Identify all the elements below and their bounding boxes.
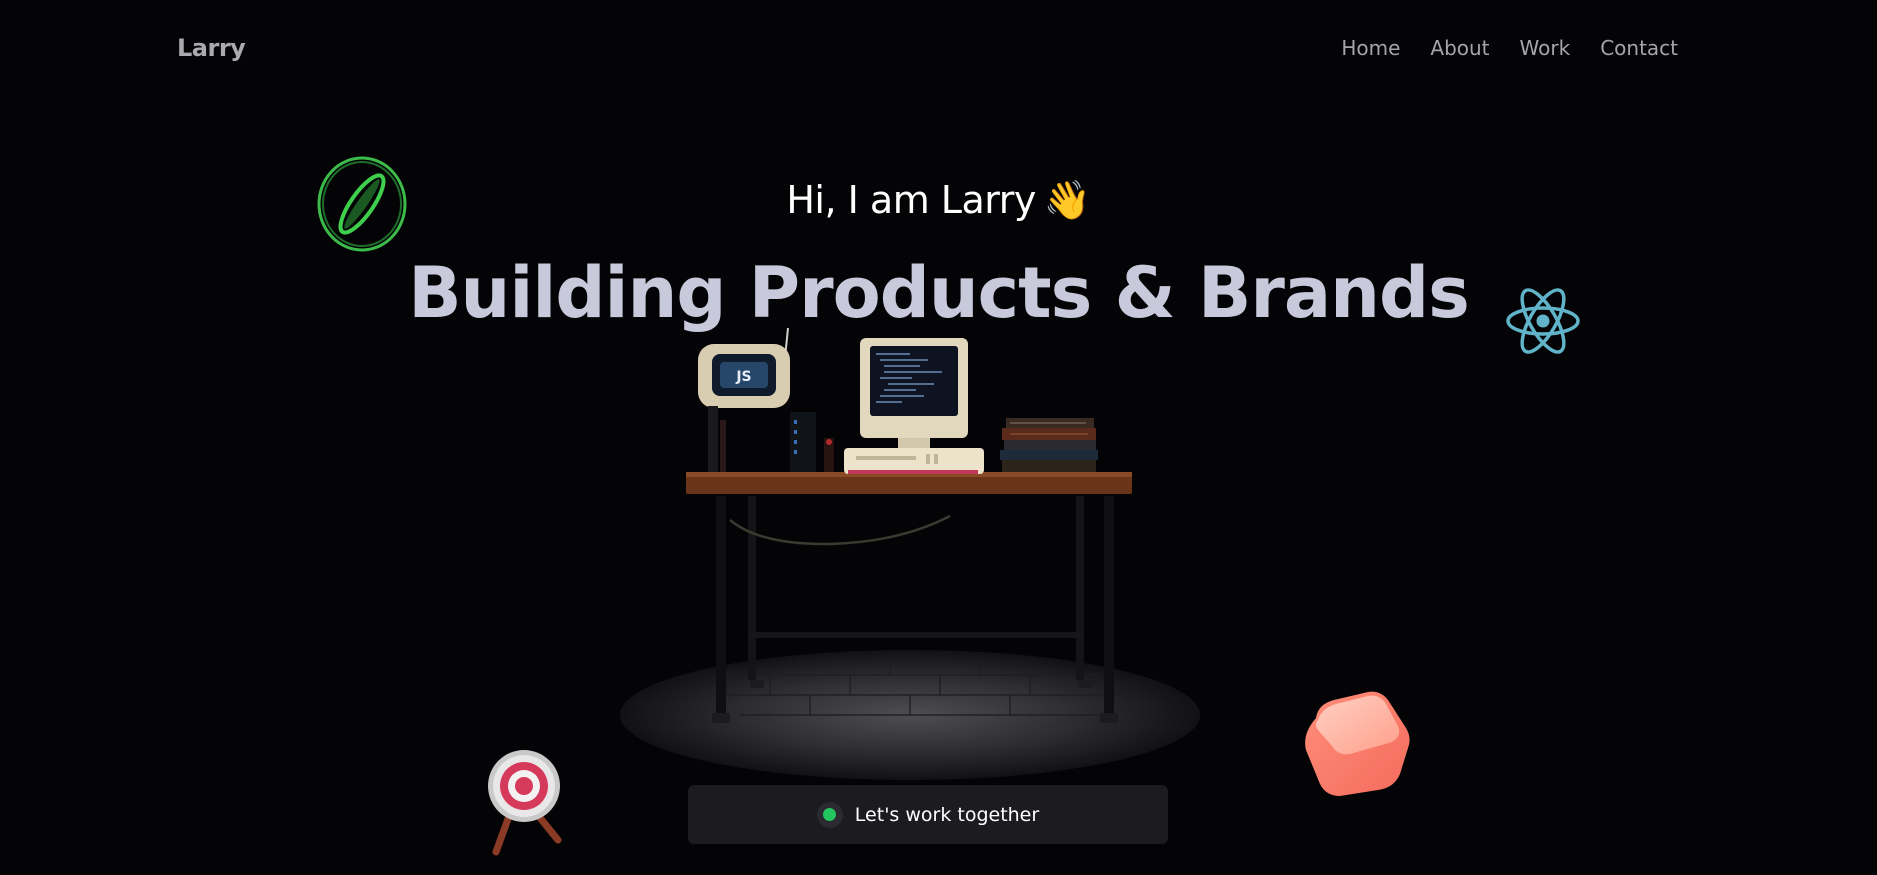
floor-bricks xyxy=(720,660,1120,716)
screen-logo-text: JS xyxy=(735,369,751,385)
nav-home[interactable]: Home xyxy=(1341,36,1400,60)
work-together-label: Let's work together xyxy=(854,803,1040,826)
main-nav: Home About Work Contact xyxy=(1311,36,1678,60)
greeting: Hi, I am Larry 👋 xyxy=(0,178,1877,223)
target-icon xyxy=(488,750,562,856)
work-together-button[interactable]: Let's work together xyxy=(688,785,1168,844)
brand-logo[interactable]: Larry xyxy=(177,34,246,62)
greeting-text: Hi, I am Larry xyxy=(786,178,1036,222)
status-dot-ring xyxy=(816,801,843,828)
pink-cube-icon xyxy=(1305,691,1410,796)
nav-about[interactable]: About xyxy=(1430,36,1489,60)
page: Larry Home About Work Contact Hi, I am L… xyxy=(0,0,1877,875)
desk-scene-illustration: JS xyxy=(686,327,1132,723)
nav-contact[interactable]: Contact xyxy=(1600,36,1678,60)
wave-emoji: 👋 xyxy=(1043,178,1091,222)
nav-work[interactable]: Work xyxy=(1520,36,1571,60)
status-dot-icon xyxy=(823,808,837,821)
